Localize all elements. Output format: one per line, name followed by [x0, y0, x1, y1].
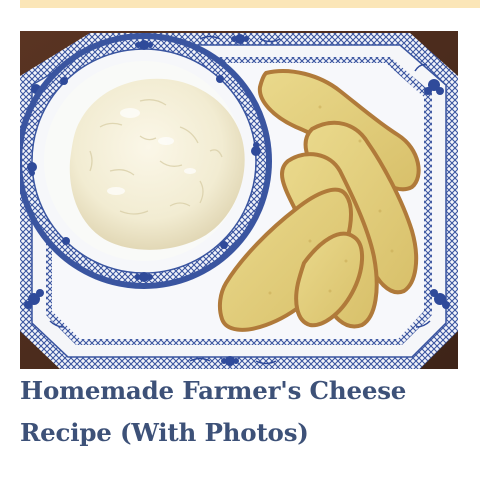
top-accent-bar	[20, 0, 480, 8]
recipe-title-link[interactable]: Homemade Farmer's Cheese Recipe (With Ph…	[20, 376, 406, 447]
recipe-title[interactable]: Homemade Farmer's Cheese Recipe (With Ph…	[20, 370, 460, 454]
recipe-photo	[20, 31, 458, 369]
recipe-photo-link[interactable]	[20, 31, 458, 369]
